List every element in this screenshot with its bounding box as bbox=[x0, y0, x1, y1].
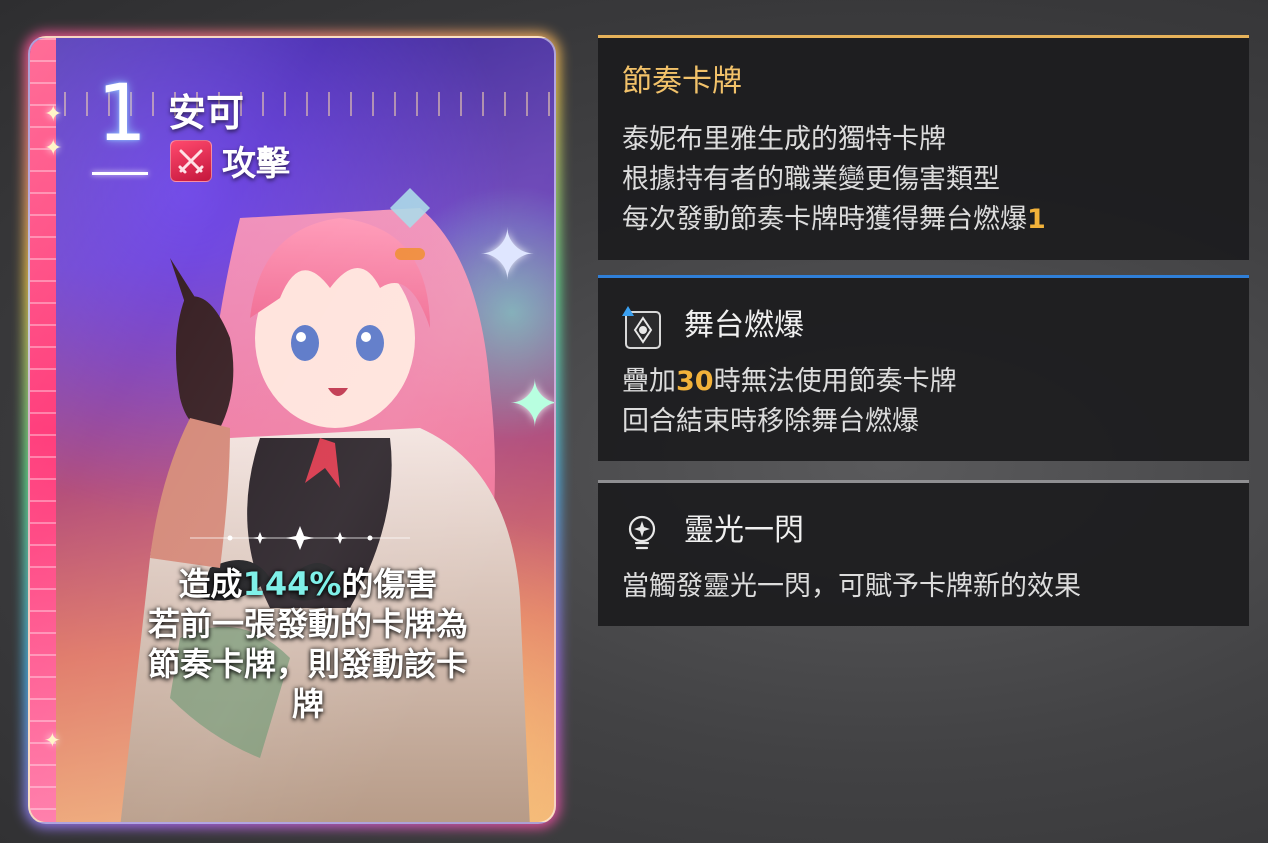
panel-line: 每次發動節奏卡牌時獲得舞台燃爆1 bbox=[622, 204, 1046, 235]
sparkle-icon: ✦ bbox=[44, 102, 63, 127]
description-line-3: 節奏卡牌，則發動該卡 bbox=[147, 645, 468, 683]
card-type-label: 攻擊 bbox=[222, 144, 290, 184]
crossed-swords-icon bbox=[170, 139, 212, 182]
sparkle-icon: ✦ bbox=[44, 728, 61, 752]
keyword-panel-epiphany: 靈光一閃 當觸發靈光一閃，可賦予卡牌新的效果 bbox=[598, 480, 1249, 626]
sparkle-icon: ✦ bbox=[508, 368, 554, 442]
panel-title: 靈光一閃 bbox=[684, 513, 804, 548]
description-line-4: 牌 bbox=[291, 685, 324, 723]
cost-underline bbox=[92, 172, 148, 175]
description-line-1: 造成144%的傷害 bbox=[178, 565, 438, 603]
stack-limit: 30 bbox=[676, 366, 714, 397]
panel-body: 當觸發靈光一閃，可賦予卡牌新的效果 bbox=[622, 567, 1081, 607]
panel-line: 疊加30時無法使用節奏卡牌 bbox=[622, 366, 957, 397]
keyword-panel-stage-burst: 舞台燃爆 疊加30時無法使用節奏卡牌 回合結束時移除舞台燃爆 bbox=[598, 275, 1249, 461]
panel-line: 回合結束時移除舞台燃爆 bbox=[622, 406, 919, 437]
stack-value: 1 bbox=[1027, 204, 1046, 235]
card-description: 造成144%的傷害 若前一張發動的卡牌為 節奏卡牌，則發動該卡 牌 bbox=[86, 564, 530, 724]
sparkle-icon: ✦ bbox=[478, 214, 537, 296]
panel-title: 舞台燃爆 bbox=[684, 308, 804, 343]
panel-body: 疊加30時無法使用節奏卡牌 回合結束時移除舞台燃爆 bbox=[622, 362, 957, 442]
panel-title: 節奏卡牌 bbox=[622, 64, 742, 99]
card-type: 攻擊 bbox=[170, 136, 290, 185]
sparkle-icon: ✦ bbox=[44, 136, 63, 161]
card-cost: 1 bbox=[97, 69, 147, 159]
stage-card-icon bbox=[622, 306, 661, 349]
damage-percent: 144% bbox=[242, 565, 342, 603]
description-divider bbox=[190, 526, 410, 550]
panel-line: 泰妮布里雅生成的獨特卡牌 bbox=[622, 124, 946, 155]
card-name: 安可 bbox=[168, 91, 245, 135]
panel-body: 泰妮布里雅生成的獨特卡牌 根據持有者的職業變更傷害類型 每次發動節奏卡牌時獲得舞… bbox=[622, 120, 1046, 240]
description-line-2: 若前一張發動的卡牌為 bbox=[147, 605, 468, 643]
panel-line: 當觸發靈光一閃，可賦予卡牌新的效果 bbox=[622, 571, 1081, 602]
lightbulb-icon bbox=[628, 515, 656, 550]
panel-line: 根據持有者的職業變更傷害類型 bbox=[622, 164, 1000, 195]
keyword-panel-rhythm-card: 節奏卡牌 泰妮布里雅生成的獨特卡牌 根據持有者的職業變更傷害類型 每次發動節奏卡… bbox=[598, 35, 1249, 260]
skill-card[interactable]: ✦ ✦ ✦ ✦ ✦ 1 安可 攻擊 造成144%的傷害 若前一張發動的卡牌為 節 bbox=[28, 36, 556, 824]
